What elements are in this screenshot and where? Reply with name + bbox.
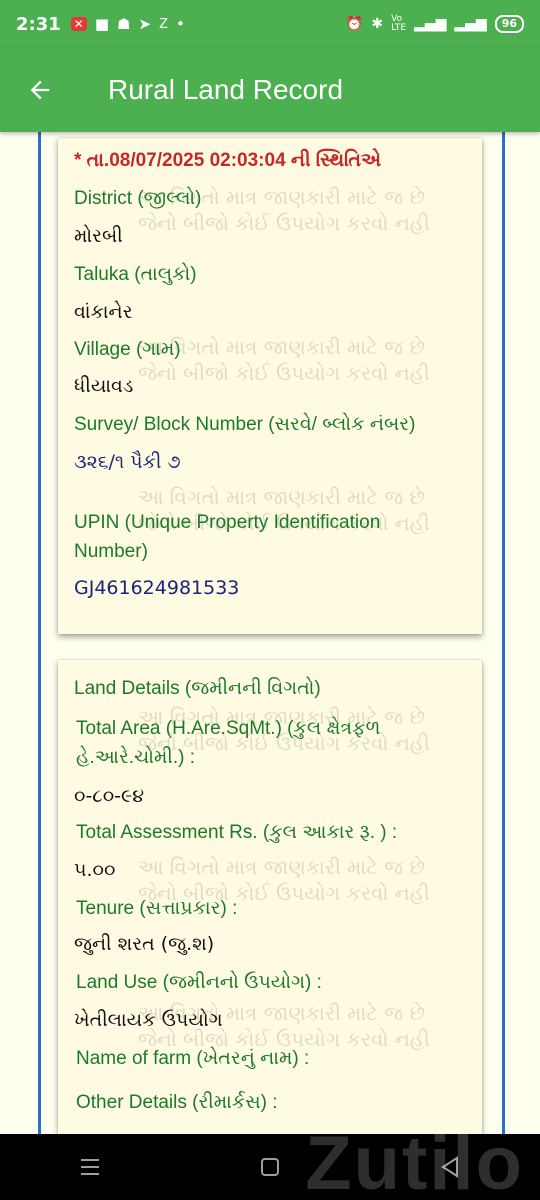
upin-value: GJ461624981533: [74, 577, 240, 599]
record-scroll-area[interactable]: આ વિગતો માત્ર જાણકારી માટે જ છે જેનો બીજો…: [0, 132, 540, 1134]
taluka-value: વાંકાનેર: [74, 301, 133, 323]
menu-icon: [81, 1159, 99, 1175]
farm-name-label: Name of farm (ખેતરનું નામ) :: [76, 1048, 310, 1069]
brand-watermark: Zutilo: [305, 1121, 524, 1200]
survey-number-label: Survey/ Block Number (સરવે/ બ્લોક નંબર): [74, 414, 416, 435]
land-details-heading: Land Details (જમીનની વિગતો): [74, 678, 321, 699]
volte-icon: Vo LTE: [391, 14, 407, 33]
home-icon: [261, 1158, 279, 1176]
recent-apps-button[interactable]: [60, 1137, 120, 1197]
status-time: 2:31: [16, 13, 61, 35]
right-border-line: [502, 132, 505, 1134]
battery-icon: 96: [494, 15, 524, 33]
notification-icons: ✕ ■ ☗ ➤ Z •: [70, 15, 185, 33]
telegram-icon: ➤: [138, 15, 152, 33]
snapchat-icon: ☗: [117, 15, 131, 33]
land-use-value: ખેતીલાયક ઉપયોગ: [74, 1009, 223, 1031]
record-status-stamp: * તા.08/07/2025 02:03:04 ની સ્થિતિએ: [74, 150, 381, 171]
status-bar: 2:31 ✕ ■ ☗ ➤ Z • ⏰ ✱ Vo LTE ▂▄▆ ▂▄▆ 96: [0, 0, 540, 48]
signal-icon: ▂▄▆: [454, 16, 487, 32]
alarm-icon: ⏰: [345, 16, 364, 32]
4g-signal-icon: ▂▄▆: [414, 16, 447, 32]
system-icons: ⏰ ✱ Vo LTE ▂▄▆ ▂▄▆ 96: [346, 15, 524, 33]
page-title: Rural Land Record: [108, 74, 344, 105]
app-bar: Rural Land Record: [0, 48, 540, 132]
home-button[interactable]: [240, 1137, 300, 1197]
land-use-label: Land Use (જમીનનો ઉપયોગ) :: [76, 972, 322, 993]
tenure-value: જુની શરત (જુ.શ): [74, 933, 215, 955]
notification-app-icon: ✕: [70, 17, 87, 31]
zee5-icon: Z: [159, 16, 168, 32]
land-details-card: આ વિગતો માત્ર જાણકારી માટે જ છે જેનો બીજો…: [58, 660, 482, 1134]
left-border-line: [38, 132, 41, 1134]
upin-label: UPIN (Unique Property Identification Num…: [74, 512, 381, 562]
arrow-back-icon: [30, 80, 50, 100]
taluka-label: Taluka (તાલુકો): [74, 264, 197, 285]
back-button[interactable]: [0, 48, 80, 132]
total-area-value: ૦-૮૦-૯૪: [74, 785, 145, 807]
bluetooth-icon: ✱: [371, 16, 384, 32]
land-record-card: આ વિગતો માત્ર જાણકારી માટે જ છે જેનો બીજો…: [58, 138, 482, 634]
total-assessment-label: Total Assessment Rs. (કુલ આકાર રૂ. ) :: [76, 822, 398, 843]
total-assessment-value: ૫.૦૦: [74, 859, 116, 881]
flipboard-icon: ■: [94, 15, 110, 33]
total-area-label: Total Area (H.Are.SqMt.) (કુલ ક્ષેત્રફળ …: [76, 718, 381, 768]
district-value: મોરબી: [74, 225, 123, 247]
village-value: ધીયાવડ: [74, 375, 134, 397]
dot-icon: •: [175, 15, 185, 33]
other-details-label: Other Details (રીમાર્કસ) :: [76, 1092, 278, 1113]
district-label: District (જીલ્લો): [74, 188, 202, 209]
survey-number-value: ૩૨૬/૧ પૈકી ૭: [74, 451, 181, 473]
tenure-label: Tenure (સત્તાપ્રકાર) :: [76, 898, 238, 919]
village-label: Village (ગામ): [74, 339, 181, 360]
